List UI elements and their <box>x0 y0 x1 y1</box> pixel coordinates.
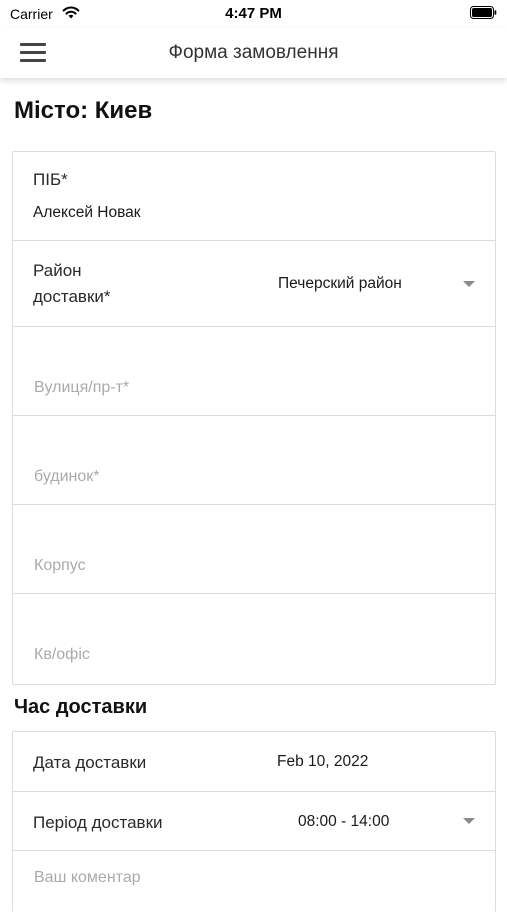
delivery-date-picker[interactable]: Дата доставки Feb 10, 2022 <box>13 732 495 791</box>
building-field[interactable]: Корпус <box>13 504 495 594</box>
district-label-line2: доставки* <box>33 287 111 306</box>
house-field[interactable]: будинок* <box>13 415 495 505</box>
apartment-placeholder: Кв/офіс <box>34 646 90 663</box>
comment-placeholder: Ваш коментар <box>34 869 141 886</box>
chevron-down-icon[interactable] <box>463 281 475 287</box>
address-form: ПІБ* Алексей Новак Район доставки* Печер… <box>12 151 496 685</box>
status-time: 4:47 PM <box>225 5 282 22</box>
battery-icon <box>470 6 497 19</box>
apartment-field[interactable]: Кв/офіс <box>13 593 495 684</box>
delivery-date-label: Дата доставки <box>33 753 147 772</box>
delivery-period-value[interactable]: 08:00 - 14:00 <box>298 813 389 831</box>
district-label-line1: Район <box>33 261 82 280</box>
name-value[interactable]: Алексей Новак <box>33 204 141 222</box>
delivery-time-heading: Час доставки <box>14 696 148 718</box>
page-title: Форма замовлення <box>168 42 339 63</box>
delivery-form: Дата доставки Feb 10, 2022 Період достав… <box>12 731 496 912</box>
comment-field[interactable]: Ваш коментар <box>13 850 495 913</box>
street-placeholder: Вулиця/пр-т* <box>34 379 130 396</box>
delivery-date-value[interactable]: Feb 10, 2022 <box>277 753 368 771</box>
house-placeholder: будинок* <box>34 468 100 485</box>
delivery-period-select[interactable]: Період доставки 08:00 - 14:00 <box>13 791 495 850</box>
district-select[interactable]: Район доставки* Печерский район <box>13 240 495 326</box>
street-field[interactable]: Вулиця/пр-т* <box>13 326 495 416</box>
district-value[interactable]: Печерский район <box>278 275 402 293</box>
status-bar: Carrier 4:47 PM <box>0 0 507 28</box>
name-field[interactable]: ПІБ* Алексей Новак <box>13 152 495 240</box>
building-placeholder: Корпус <box>34 557 86 574</box>
city-heading: Місто: Киев <box>14 97 153 124</box>
name-label: ПІБ* <box>33 170 68 189</box>
chevron-down-icon[interactable] <box>463 818 475 824</box>
delivery-period-label: Період доставки <box>33 813 163 832</box>
navigation-bar: Форма замовлення <box>0 28 507 78</box>
